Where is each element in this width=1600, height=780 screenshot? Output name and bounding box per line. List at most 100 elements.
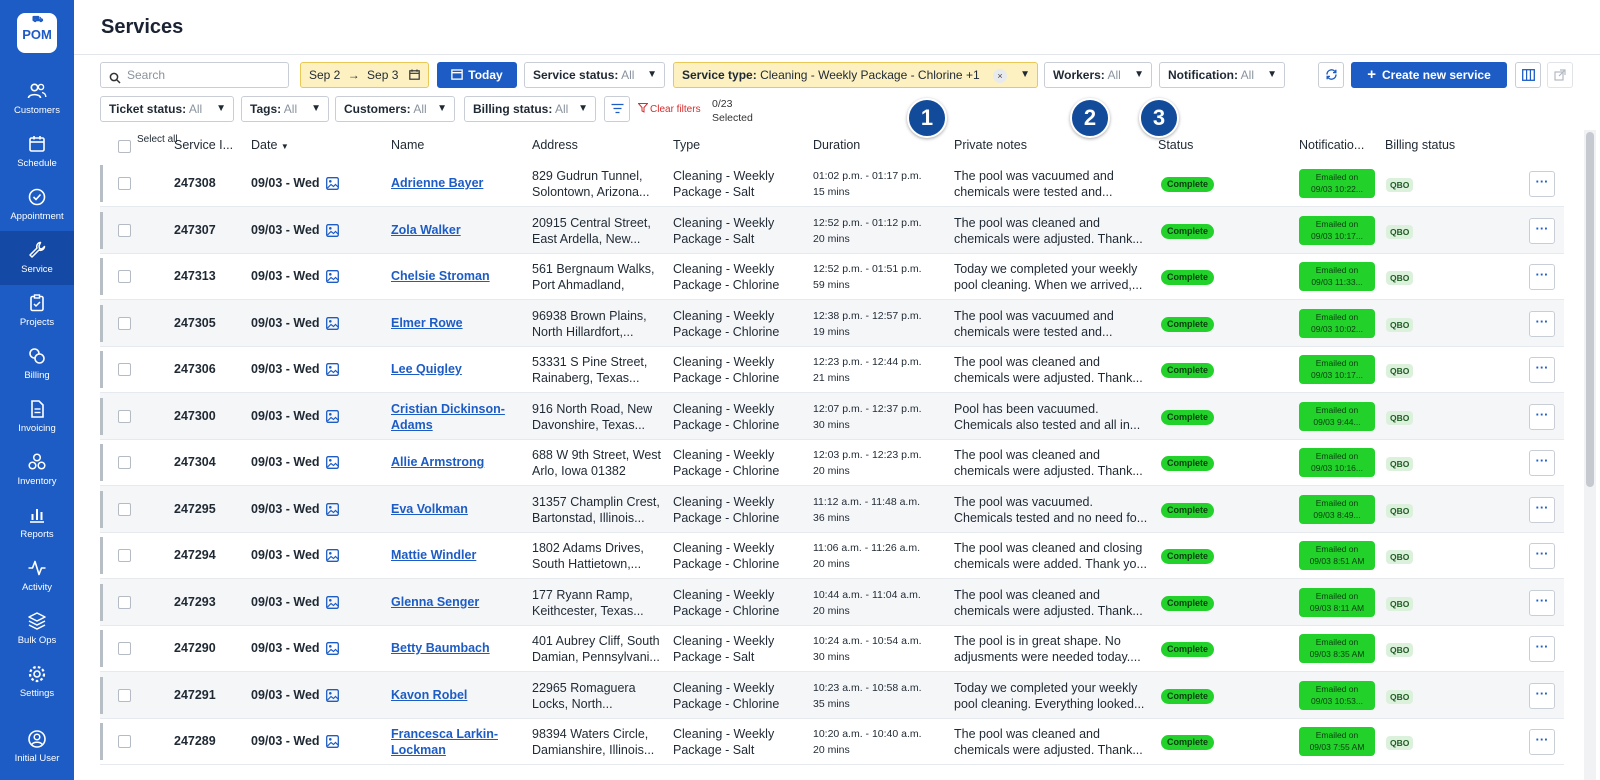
- select-all-checkbox[interactable]: [118, 140, 131, 153]
- image-icon[interactable]: [325, 595, 339, 613]
- row-checkbox[interactable]: [118, 409, 131, 423]
- column-status[interactable]: Status: [1158, 138, 1193, 152]
- table-row[interactable]: 247304 09/03 - Wed Allie Armstrong 688 W 9t…: [100, 439, 1564, 486]
- customer-name-link[interactable]: Kavon Robel: [391, 687, 511, 719]
- customer-name-link[interactable]: Allie Armstrong: [391, 454, 511, 486]
- table-scrollbar[interactable]: [1584, 130, 1596, 780]
- table-row[interactable]: 247291 09/03 - Wed Kavon Robel 22965 Romagu…: [100, 671, 1564, 719]
- sidebar-item-activity[interactable]: Activity: [0, 549, 74, 603]
- service-status-filter[interactable]: Service status: All ▼: [524, 62, 665, 88]
- sidebar-item-service[interactable]: Service: [0, 231, 74, 285]
- image-icon[interactable]: [325, 363, 339, 380]
- column-notification[interactable]: Notificatio...: [1299, 138, 1377, 152]
- column-address[interactable]: Address: [532, 138, 578, 152]
- clear-filters-link[interactable]: Clear filters: [637, 103, 701, 115]
- today-button[interactable]: Today: [437, 62, 517, 88]
- date-range-picker[interactable]: Sep 2 → Sep 3: [300, 62, 429, 88]
- image-icon[interactable]: [325, 270, 339, 287]
- image-icon[interactable]: [325, 456, 339, 473]
- sidebar-item-settings[interactable]: Settings: [0, 655, 74, 709]
- table-row[interactable]: 247295 09/03 - Wed Eva Volkman 31357 Champl…: [100, 485, 1564, 533]
- table-row[interactable]: 247300 09/03 - Wed Cristian Dickinson-Adam…: [100, 392, 1564, 440]
- row-actions-button[interactable]: ···: [1529, 217, 1555, 244]
- column-date[interactable]: Date ▼: [251, 138, 289, 152]
- table-row[interactable]: 247308 09/03 - Wed Adrienne Bayer 829 Gudru…: [100, 160, 1564, 207]
- table-row[interactable]: 247305 09/03 - Wed Elmer Rowe 96938 Brown P…: [100, 299, 1564, 347]
- row-actions-button[interactable]: ···: [1529, 682, 1555, 709]
- export-button[interactable]: [1547, 62, 1573, 88]
- row-checkbox[interactable]: [118, 316, 131, 330]
- row-checkbox[interactable]: [118, 735, 131, 748]
- row-actions-button[interactable]: ···: [1529, 450, 1555, 476]
- image-icon[interactable]: [325, 688, 339, 706]
- column-name[interactable]: Name: [391, 138, 424, 152]
- row-checkbox[interactable]: [118, 177, 131, 190]
- billing-status-filter[interactable]: Billing status: All ▼: [464, 96, 596, 122]
- column-service-id[interactable]: Service I...: [174, 138, 238, 152]
- row-actions-button[interactable]: ···: [1529, 357, 1555, 383]
- pom-logo[interactable]: ⛟ POM: [17, 13, 57, 53]
- customer-name-link[interactable]: Cristian Dickinson-Adams: [391, 401, 511, 433]
- create-new-service-button[interactable]: + Create new service: [1351, 62, 1507, 88]
- row-actions-button[interactable]: ···: [1529, 636, 1555, 662]
- row-actions-button[interactable]: ···: [1529, 264, 1555, 290]
- column-duration[interactable]: Duration: [813, 138, 860, 152]
- customer-name-link[interactable]: Eva Volkman: [391, 501, 511, 533]
- image-icon[interactable]: [325, 735, 339, 752]
- image-icon[interactable]: [325, 177, 339, 194]
- scrollbar-thumb[interactable]: [1586, 132, 1594, 487]
- image-icon[interactable]: [325, 223, 339, 241]
- image-icon[interactable]: [325, 642, 339, 659]
- sidebar-item-inventory[interactable]: Inventory: [0, 443, 74, 497]
- row-actions-button[interactable]: ···: [1529, 589, 1555, 616]
- columns-button[interactable]: [1515, 62, 1541, 88]
- refresh-button[interactable]: [1318, 62, 1344, 88]
- sidebar-item-schedule[interactable]: Schedule: [0, 125, 74, 179]
- row-checkbox[interactable]: [118, 688, 131, 702]
- row-checkbox[interactable]: [118, 595, 131, 609]
- row-checkbox[interactable]: [118, 456, 131, 469]
- image-icon[interactable]: [325, 409, 339, 427]
- row-checkbox[interactable]: [118, 642, 131, 655]
- sidebar-item-projects[interactable]: Projects: [0, 284, 74, 338]
- table-row[interactable]: 247293 09/03 - Wed Glenna Senger 177 Ryann …: [100, 578, 1564, 626]
- service-type-filter[interactable]: Service type: Cleaning - Weekly Package …: [673, 62, 1038, 88]
- column-billing-status[interactable]: Billing status: [1385, 138, 1455, 152]
- ticket-status-filter[interactable]: Ticket status: All ▼: [100, 96, 234, 122]
- more-filters-button[interactable]: [604, 96, 630, 122]
- customer-name-link[interactable]: Francesca Larkin-Lockman: [391, 726, 511, 758]
- row-actions-button[interactable]: ···: [1529, 729, 1555, 755]
- table-row[interactable]: 247306 09/03 - Wed Lee Quigley 53331 S Pine…: [100, 346, 1564, 393]
- customer-name-link[interactable]: Elmer Rowe: [391, 315, 511, 347]
- table-row[interactable]: 247290 09/03 - Wed Betty Baumbach 401 Aubre…: [100, 625, 1564, 672]
- image-icon[interactable]: [325, 316, 339, 334]
- table-row[interactable]: 247307 09/03 - Wed Zola Walker 20915 Centra…: [100, 206, 1564, 254]
- row-actions-button[interactable]: ···: [1529, 403, 1555, 430]
- customer-name-link[interactable]: Mattie Windler: [391, 547, 511, 579]
- sidebar-item-appointment[interactable]: Appointment: [0, 178, 74, 232]
- table-row[interactable]: 247289 09/03 - Wed Francesca Larkin-Lockma…: [100, 718, 1564, 765]
- customer-name-link[interactable]: Adrienne Bayer: [391, 175, 511, 207]
- row-actions-button[interactable]: ···: [1529, 171, 1555, 197]
- sidebar-item-billing[interactable]: Billing: [0, 337, 74, 391]
- customer-name-link[interactable]: Chelsie Stroman: [391, 268, 511, 300]
- sidebar-item-reports[interactable]: Reports: [0, 496, 74, 550]
- column-type[interactable]: Type: [673, 138, 700, 152]
- search-input[interactable]: Search: [100, 62, 289, 88]
- row-checkbox[interactable]: [118, 223, 131, 237]
- sidebar-item-customers[interactable]: Customers: [0, 72, 74, 126]
- customer-name-link[interactable]: Zola Walker: [391, 222, 511, 254]
- sidebar-item-invoicing[interactable]: Invoicing: [0, 390, 74, 444]
- row-checkbox[interactable]: [118, 270, 131, 283]
- customer-name-link[interactable]: Glenna Senger: [391, 594, 511, 626]
- row-checkbox[interactable]: [118, 549, 131, 562]
- sidebar-item-bulk-ops[interactable]: Bulk Ops: [0, 602, 74, 656]
- notification-filter[interactable]: Notification: All ▼: [1159, 62, 1285, 88]
- row-actions-button[interactable]: ···: [1529, 496, 1555, 523]
- clear-service-type-icon[interactable]: ×: [992, 69, 1007, 83]
- row-checkbox[interactable]: [118, 502, 131, 516]
- row-checkbox[interactable]: [118, 363, 131, 376]
- customer-name-link[interactable]: Lee Quigley: [391, 361, 511, 393]
- row-actions-button[interactable]: ···: [1529, 310, 1555, 337]
- column-private-notes[interactable]: Private notes: [954, 138, 1027, 152]
